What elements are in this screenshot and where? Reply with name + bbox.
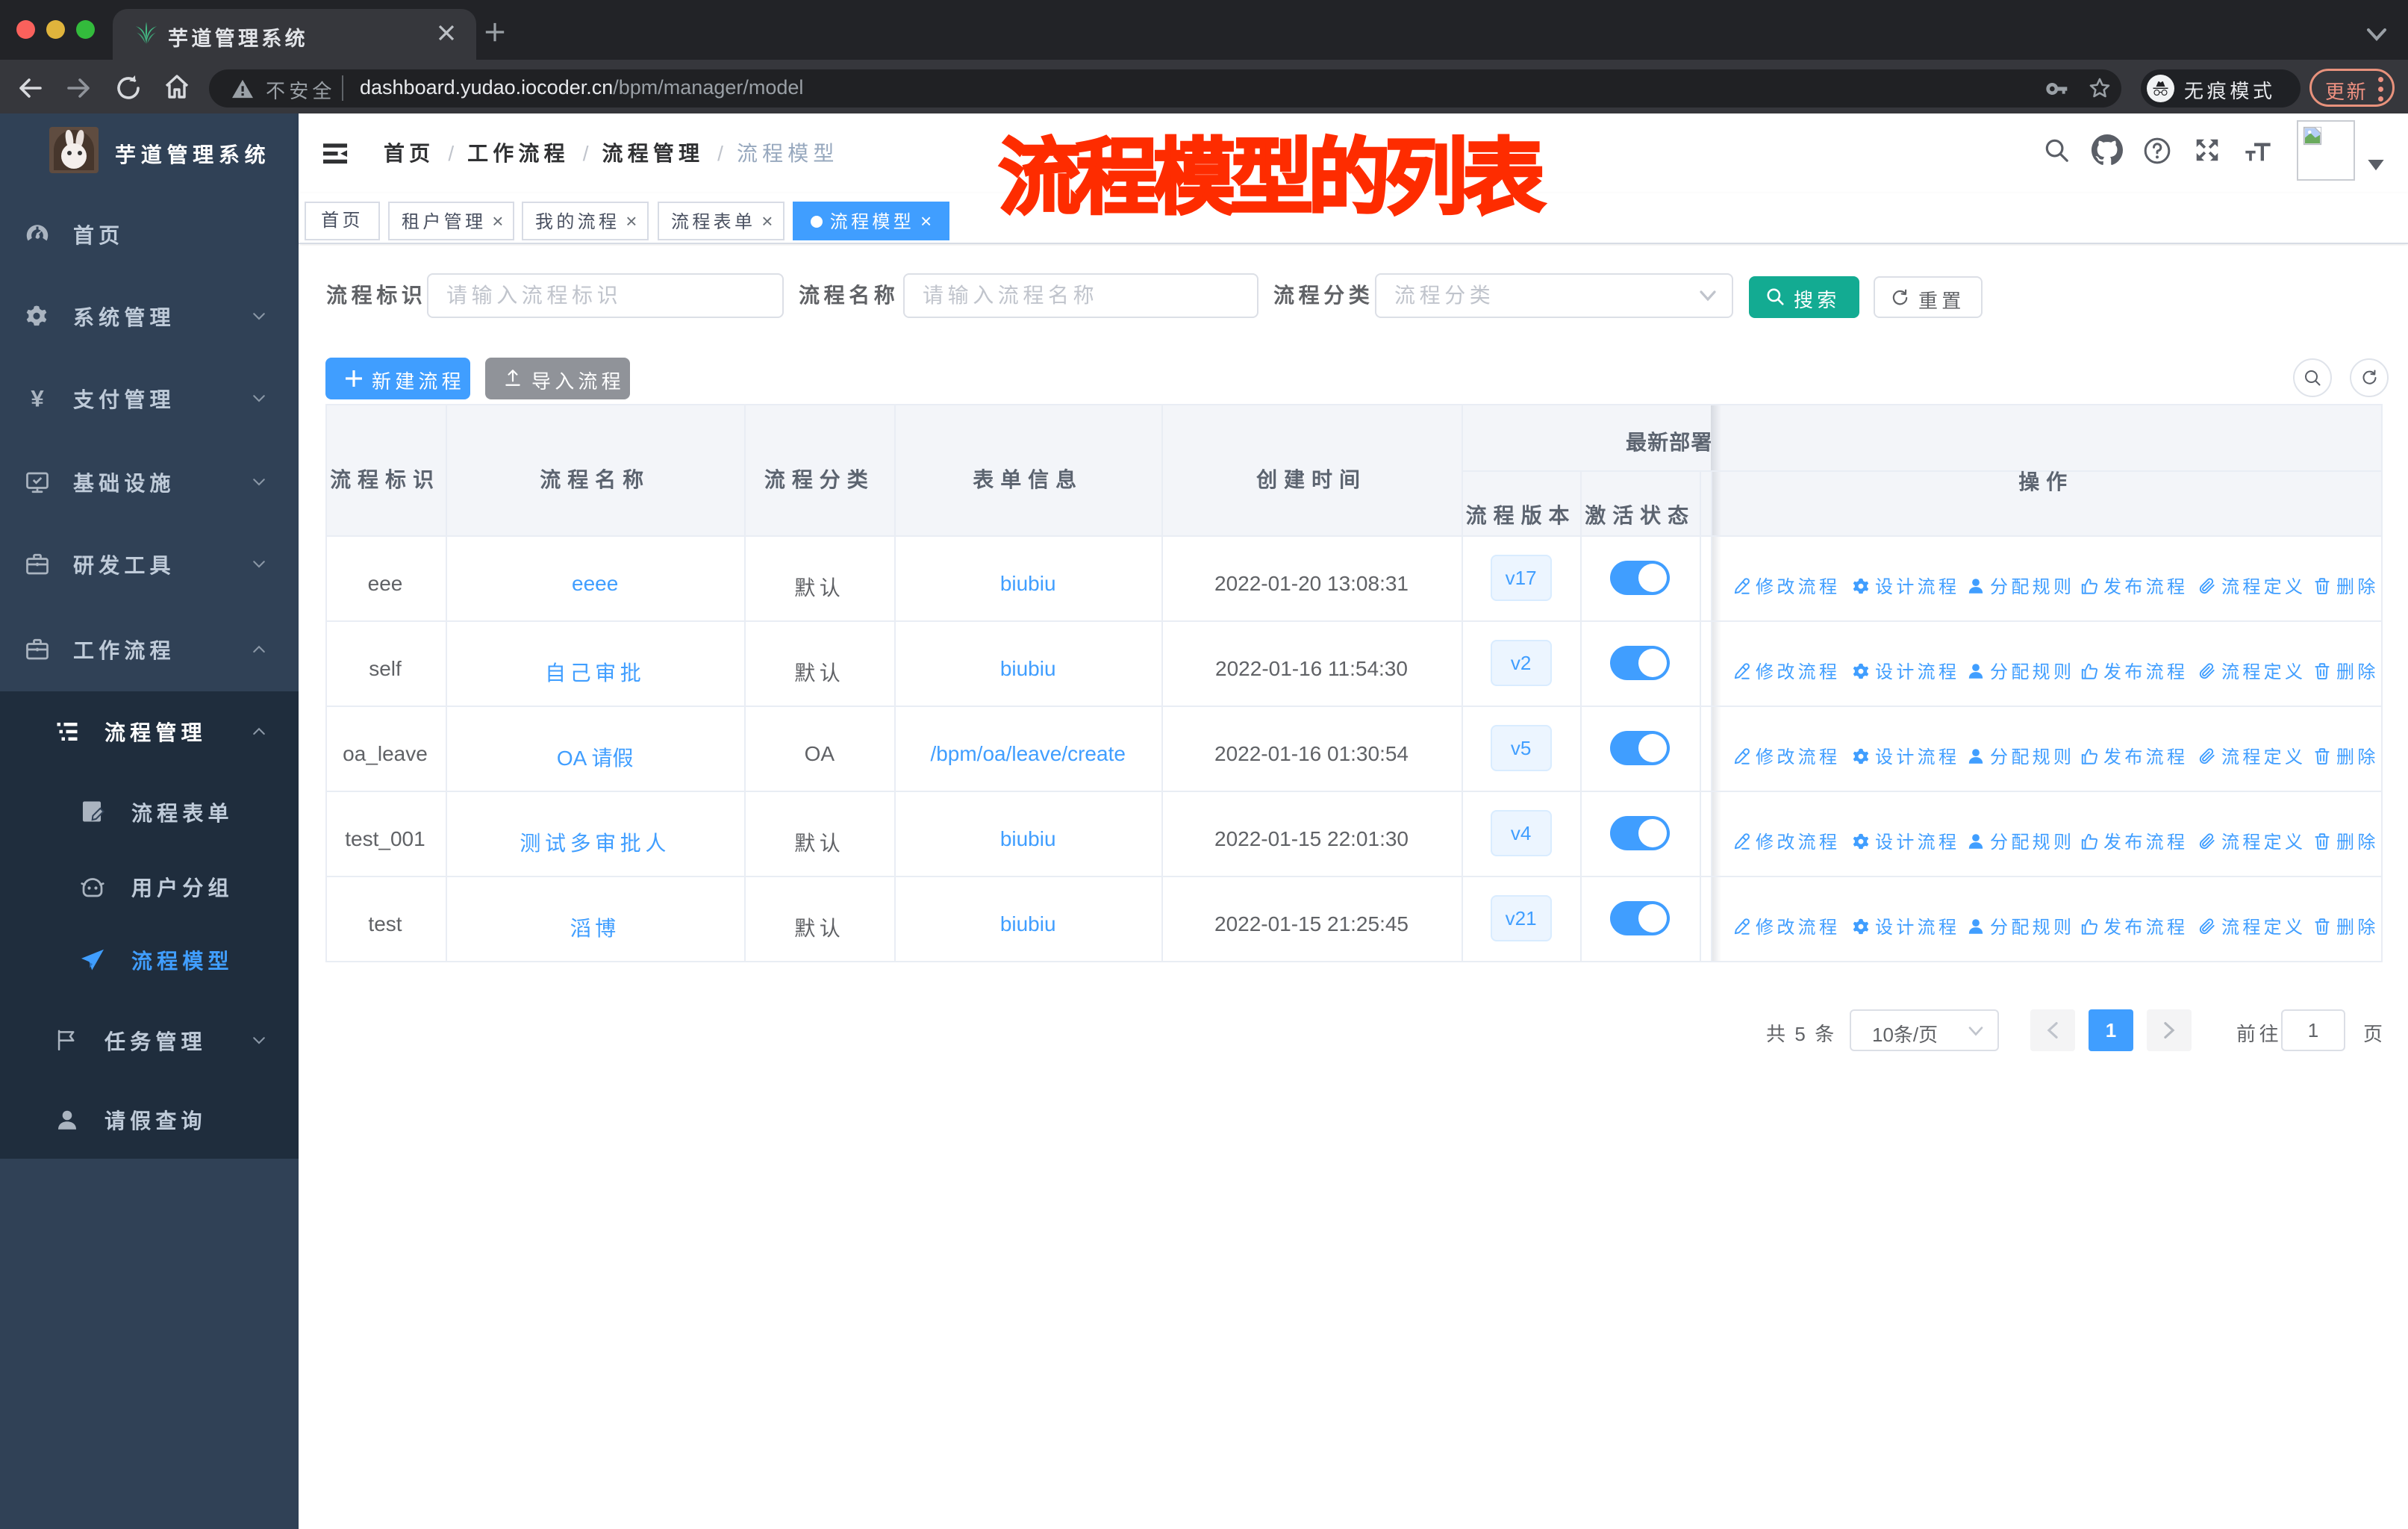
svg-text:¥: ¥ (31, 385, 44, 412)
